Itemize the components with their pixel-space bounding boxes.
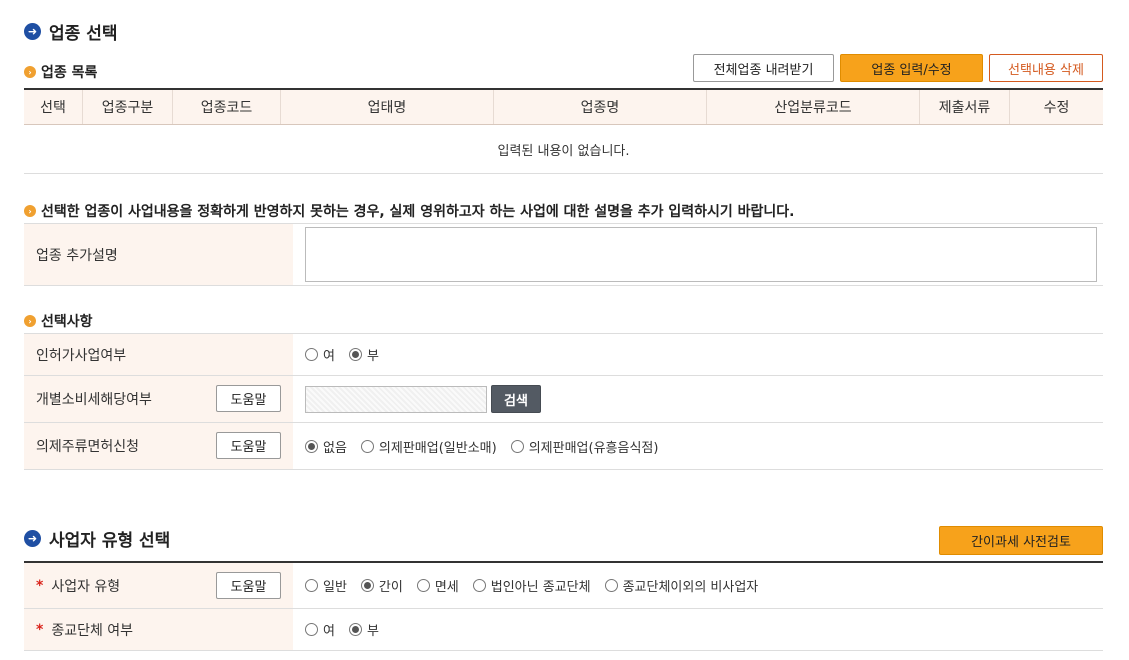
section-title-industry: ➜ 업종 선택: [24, 19, 117, 44]
simplified-tax-review-button[interactable]: 간이과세 사전검토: [939, 526, 1103, 555]
bullet-icon: ›: [24, 315, 36, 327]
biz-type-label: * 사업자 유형 도움말: [24, 563, 293, 608]
required-mark: *: [36, 621, 44, 638]
radio-icon: [305, 623, 318, 636]
biz-type-help-button[interactable]: 도움말: [216, 572, 281, 599]
radio-icon: [472, 579, 486, 592]
section-title-biz-type: ➜ 사업자 유형 선택: [24, 526, 170, 551]
license-label: 인허가사업여부: [24, 334, 293, 375]
excise-input[interactable]: [305, 385, 487, 413]
notice-text: › 선택한 업종이 사업내용을 정확하게 반영하지 못하는 경우, 실제 영위하…: [24, 201, 795, 221]
radio-icon: [510, 439, 524, 453]
excise-label: 개별소비세해당여부 도움말: [24, 376, 293, 422]
religious-radio-yes[interactable]: 여: [305, 620, 335, 639]
col-industry-name: 업종명: [494, 90, 707, 124]
extra-desc-row: 업종 추가설명: [24, 223, 1103, 286]
empty-message: 입력된 내용이 없습니다.: [24, 125, 1103, 174]
radio-checked-icon: [305, 439, 318, 453]
biz-type-radio-religious[interactable]: 법인아닌 종교단체: [472, 576, 591, 595]
religious-row: * 종교단체 여부 여 부: [24, 609, 1103, 651]
religious-label: * 종교단체 여부: [24, 609, 293, 650]
excise-row: 개별소비세해당여부 도움말 검색: [24, 376, 1103, 423]
col-select: 선택: [24, 90, 83, 124]
radio-icon: [360, 439, 374, 453]
col-documents: 제출서류: [920, 90, 1010, 124]
radio-checked-icon: [348, 623, 362, 636]
required-mark: *: [36, 577, 44, 594]
table-header: 선택 업종구분 업종코드 업태명 업종명 산업분류코드 제출서류 수정: [24, 88, 1103, 125]
license-row: 인허가사업여부 여 부: [24, 333, 1103, 376]
bullet-icon: ›: [24, 205, 36, 217]
col-category: 업종구분: [83, 90, 173, 124]
col-edit: 수정: [1043, 100, 1070, 116]
biz-type-radio-simplified[interactable]: 간이: [360, 576, 403, 595]
industry-list-title: › 업종 목록: [24, 62, 97, 82]
liquor-radio-entertainment[interactable]: 의제판매업(유흥음식점): [510, 437, 658, 456]
radio-icon: [305, 348, 318, 361]
radio-icon: [604, 579, 618, 592]
col-business-type: 업태명: [281, 90, 494, 124]
col-code: 업종코드: [173, 90, 281, 124]
bullet-icon: ›: [24, 66, 36, 78]
liquor-label: 의제주류면허신청 도움말: [24, 423, 293, 469]
excise-search-button[interactable]: 검색: [491, 385, 541, 413]
radio-checked-icon: [348, 348, 362, 361]
biz-type-radio-exempt[interactable]: 면세: [416, 576, 459, 595]
liquor-row: 의제주류면허신청 도움말 없음 의제판매업(일반소매) 의제판매업(유흥음식점): [24, 423, 1103, 470]
license-radio-no[interactable]: 부: [348, 345, 379, 364]
biz-type-radio-general[interactable]: 일반: [305, 576, 347, 595]
edit-industry-button[interactable]: 업종 입력/수정: [840, 54, 983, 82]
radio-icon: [416, 579, 430, 592]
radio-icon: [305, 579, 318, 592]
liquor-radio-none[interactable]: 없음: [305, 437, 347, 456]
liquor-help-button[interactable]: 도움말: [216, 432, 281, 459]
download-all-button[interactable]: 전체업종 내려받기: [693, 54, 834, 82]
extra-desc-textarea[interactable]: [305, 227, 1097, 282]
arrow-right-icon: ➜: [24, 23, 41, 40]
radio-checked-icon: [360, 579, 374, 592]
biz-type-radio-non-business[interactable]: 종교단체이외의 비사업자: [604, 576, 758, 595]
arrow-right-icon: ➜: [24, 530, 41, 547]
liquor-radio-retail[interactable]: 의제판매업(일반소매): [360, 437, 497, 456]
delete-selected-button[interactable]: 선택내용 삭제: [989, 54, 1103, 82]
religious-radio-no[interactable]: 부: [348, 620, 379, 639]
col-classification: 산업분류코드: [707, 90, 920, 124]
excise-help-button[interactable]: 도움말: [216, 385, 281, 412]
license-radio-yes[interactable]: 여: [305, 345, 335, 364]
extra-desc-label: 업종 추가설명: [24, 224, 293, 285]
biz-type-row: * 사업자 유형 도움말 일반 간이 면세 법인아닌 종교단체 종교단체이외의 …: [24, 561, 1103, 609]
options-title: › 선택사항: [24, 311, 93, 331]
industry-table: 선택 업종구분 업종코드 업태명 업종명 산업분류코드 제출서류 수정 입력된 …: [24, 88, 1103, 174]
